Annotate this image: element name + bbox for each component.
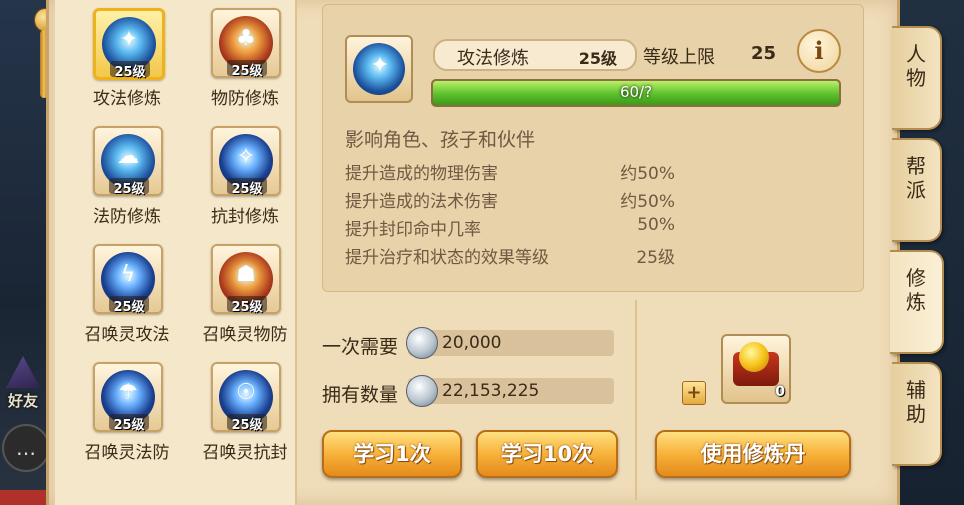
friends-button[interactable]: 好友 [0,356,48,416]
affects-text: 影响角色、孩子和伙伴 [345,129,536,151]
side-tab-label: 辅 助 [906,378,926,426]
effect-label: 提升造成的法术伤害 [345,192,498,212]
skill-item[interactable]: ✦ 25级攻法修炼 [67,2,187,120]
effect-label: 提升造成的物理伤害 [345,164,498,184]
skill-name-label: 物防修炼 [211,89,279,109]
red-tag [0,490,46,505]
skill-level-badge: 25级 [109,178,149,197]
learn-ten-button[interactable]: 学习10次 [476,430,618,478]
cost-once-bar: 20,000 [406,327,614,359]
skill-name-label: 召唤灵法防 [84,443,170,463]
skill-icon-frame: ☗ 25级 [211,244,281,315]
cost-section: 一次需要 20,000 拥有数量 22,153,225 + 学习1次 学习10次 [322,300,706,500]
side-tab[interactable]: 辅 助 [892,362,942,466]
golden-pill-icon [739,342,769,372]
learn-once-button[interactable]: 学习1次 [322,430,462,478]
skill-level-badge: 25级 [109,296,149,315]
pill-section: 0 使用修炼丹 [635,300,863,500]
side-tab-label: 人 物 [906,42,926,90]
exp-progress-text: 60/? [619,83,653,101]
skill-name-label: 攻法修炼 [93,89,161,109]
skill-item[interactable]: ♣ 25级物防修炼 [185,2,305,120]
cost-once-value: 20,000 [442,333,502,353]
skill-name-label: 抗封修炼 [211,207,279,227]
skill-icon-frame: ☁ 25级 [93,126,163,197]
skill-icon-frame: ✦ 25级 [93,8,165,80]
skill-detail-box: ✦ 攻法修炼 25级 等级上限 25 i 60/? 影响角色、孩子和伙伴 提升造… [322,4,864,292]
effect-label: 提升封印命中几率 [345,220,481,240]
effect-value: 50% [637,215,675,235]
skill-icon-frame: ϟ 25级 [93,244,163,315]
silver-coin-icon [406,327,438,359]
cost-once-label: 一次需要 [322,336,399,358]
side-tab-label: 修 炼 [906,266,926,314]
skill-level-badge: 25级 [227,296,267,315]
skill-item[interactable]: ϟ 25级召唤灵攻法 [67,238,187,356]
skill-icon-frame: ☂ 25级 [93,362,163,433]
skill-icon-frame: ☉ 25级 [211,362,281,433]
owned-value: 22,153,225 [442,381,540,401]
effect-row: 提升封印命中几率 50% [345,215,675,241]
wizard-hat-icon [6,356,40,388]
chat-bubble-icon[interactable]: … [2,424,50,472]
skill-icon-frame: ♣ 25级 [211,8,281,79]
use-pill-button[interactable]: 使用修炼丹 [655,430,851,478]
skill-level-badge: 25级 [109,414,149,433]
owned-bar: 22,153,225 + [406,375,706,407]
side-tab[interactable]: 人 物 [892,26,942,130]
skill-name: 攻法修炼 [457,48,529,69]
skill-level-badge: 25级 [110,61,150,80]
cultivation-panel: ✦ 25级 攻法修炼 ♣ 25级 物防修炼 ☁ 25级 法防修炼 ✧ 25级 抗封修炼 ϟ 25级 召唤灵攻… [46,0,900,505]
effect-value: 25级 [636,248,675,268]
skill-name-label: 召唤灵抗封 [202,443,288,463]
skill-name-label: 召唤灵攻法 [84,325,170,345]
effect-value: 约50% [620,192,675,212]
skill-icon-frame: ✧ 25级 [211,126,281,197]
skill-name-label: 法防修炼 [93,207,161,227]
skill-level-badge: 25级 [227,414,267,433]
info-button[interactable]: i [797,29,841,73]
owned-label: 拥有数量 [322,384,399,406]
exp-progress-bar: 60/? [431,79,841,107]
selected-skill-icon: ✦ [345,35,413,103]
pill-count: 0 [775,384,785,400]
skill-item[interactable]: ☉ 25级召唤灵抗封 [185,356,305,474]
skill-level: 25级 [578,49,617,68]
owned-row: 拥有数量 22,153,225 + [322,375,706,408]
effect-row: 提升治疗和状态的效果等级 25级 [345,243,675,269]
side-tab[interactable]: 帮 派 [892,138,942,242]
effect-row: 提升造成的物理伤害 约50% [345,159,675,185]
skill-item[interactable]: ☁ 25级法防修炼 [67,120,187,238]
effect-label: 提升治疗和状态的效果等级 [345,248,549,268]
max-level-value: 25 [751,43,777,64]
skill-level-badge: 25级 [227,178,267,197]
skill-item[interactable]: ☗ 25级召唤灵物防 [185,238,305,356]
friends-label: 好友 [8,392,39,410]
skill-level-badge: 25级 [227,60,267,79]
side-tab-label: 帮 派 [906,154,926,202]
effect-value: 约50% [620,164,675,184]
skill-name-bar: 攻法修炼 25级 [433,39,637,71]
cultivation-pill-item[interactable]: 0 [721,334,791,404]
skill-name-label: 召唤灵物防 [202,325,288,345]
silver-coin-icon [406,375,438,407]
skill-list: ✦ 25级攻法修炼 ♣ 25级物防修炼 ☁ 25级法防修炼 ✧ 25级抗封修炼 ϟ 25级召唤灵攻… [55,0,297,505]
side-tab[interactable]: 修 炼 [890,250,944,354]
effect-row: 提升造成的法术伤害 约50% [345,187,675,213]
skill-item[interactable]: ☂ 25级召唤灵法防 [67,356,187,474]
cost-once-row: 一次需要 20,000 [322,327,622,360]
skill-item[interactable]: ✧ 25级抗封修炼 [185,120,305,238]
max-level-label: 等级上限 [643,47,715,68]
